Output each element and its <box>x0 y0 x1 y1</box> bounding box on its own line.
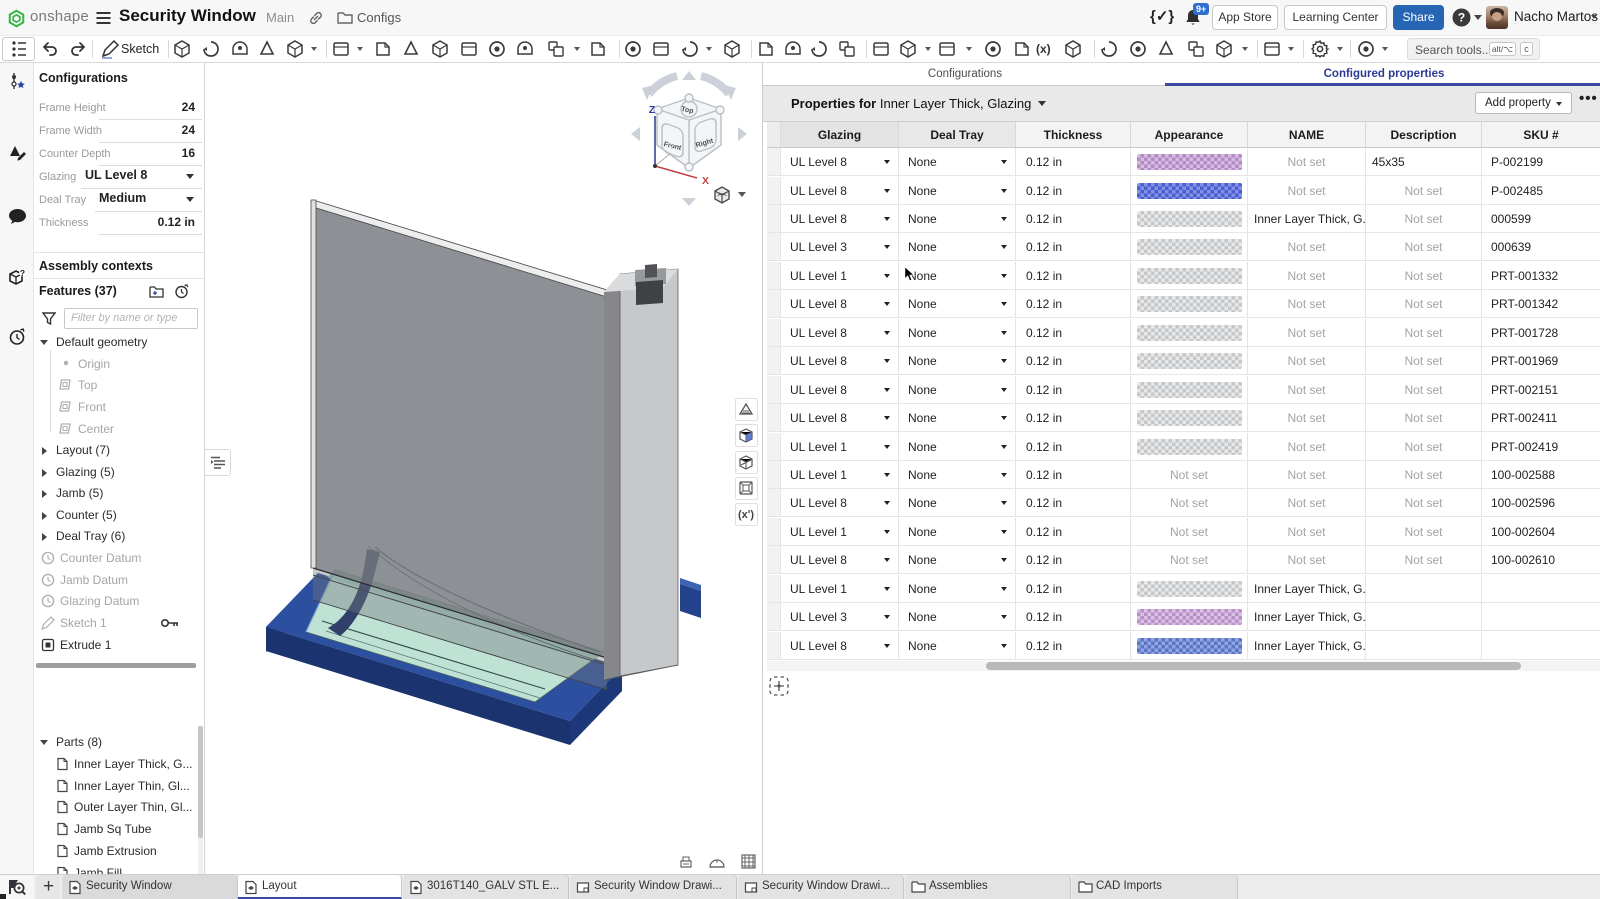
svg-text:X: X <box>702 175 709 187</box>
svg-text:?: ? <box>1458 11 1465 25</box>
svg-text:?: ? <box>20 268 25 278</box>
svg-text:Y: Y <box>669 142 674 151</box>
svg-text:(xʹ): (xʹ) <box>738 509 754 521</box>
svg-text:Z: Z <box>649 104 656 116</box>
